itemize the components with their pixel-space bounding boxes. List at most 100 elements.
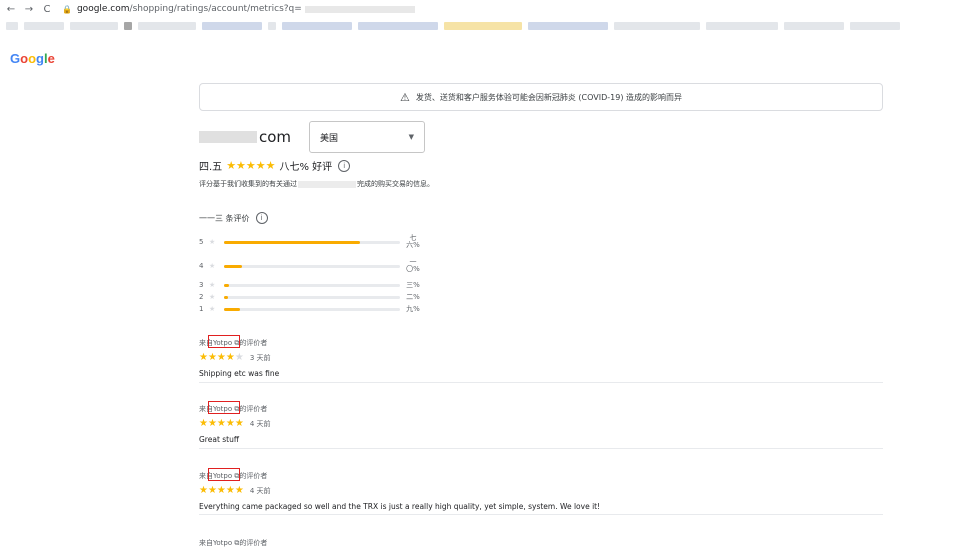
divider: [199, 448, 883, 449]
review-stars-empty: ★: [234, 352, 244, 363]
review-source-text: 来自Yotpo ⧉的评价者: [199, 539, 268, 547]
bookmark[interactable]: [138, 22, 196, 30]
logo-letter: o: [20, 51, 29, 66]
logo-letter: e: [47, 51, 55, 66]
bookmark[interactable]: [528, 22, 608, 30]
distribution-star-number: 5: [199, 238, 204, 246]
distribution-row: 4 ★ 一〇%: [199, 258, 439, 273]
review-text: Everything came packaged so well and the…: [199, 502, 601, 511]
bookmarks-bar: [0, 18, 959, 34]
distribution-bar-fill: [224, 283, 230, 287]
distribution-percent: 九%: [406, 304, 420, 313]
star-icon: ★: [209, 293, 216, 301]
review-time: 4 天前: [249, 419, 271, 428]
store-header: com 美国 ▼: [199, 120, 426, 154]
bookmark[interactable]: [850, 22, 900, 30]
store-domain-suffix: com: [259, 128, 292, 146]
review-source[interactable]: 来自Yotpo ⧉的评价者: [199, 401, 267, 414]
rating-stars: ★★★★★: [226, 159, 276, 172]
url-host: google.com: [76, 4, 130, 14]
basis-prefix: 评分基于我们收集到的有关通过: [199, 180, 297, 188]
review-stars-filled: ★★★★★: [199, 418, 244, 429]
info-icon[interactable]: i: [255, 212, 268, 224]
forward-button[interactable]: →: [22, 4, 36, 15]
bookmark[interactable]: [614, 22, 700, 30]
review-count-line: 一一三 条评价 i: [199, 212, 268, 224]
review-stars: ★★★★★ 4 天前: [199, 418, 883, 429]
bookmark[interactable]: [70, 22, 118, 30]
store-name-blurred: [199, 131, 257, 143]
distribution-bar-fill: [224, 295, 228, 299]
distribution-percent: 一〇%: [406, 258, 420, 273]
distribution-bar: [224, 264, 400, 268]
distribution-star-number: 1: [199, 305, 204, 313]
country-select[interactable]: 美国 ▼: [309, 121, 426, 153]
rating-basis: 评分基于我们收集到的有关通过 完成的购买交易的信息。: [199, 179, 434, 189]
bookmark[interactable]: [282, 22, 352, 30]
logo-letter: o: [28, 51, 37, 66]
review-item: 来自Yotpo ⧉的评价者 ★★★★★ 4 天前 Great stuff: [199, 396, 883, 444]
star-icon: ★: [209, 305, 216, 313]
notice-text: 发货、送货和客户服务体验可能会因新冠肺炎 (COVID-19) 造成的影响而异: [415, 92, 682, 102]
review-source[interactable]: 来自Yotpo ⧉的评价者: [199, 335, 267, 348]
bookmark[interactable]: [24, 22, 64, 30]
bookmark[interactable]: [444, 22, 522, 30]
bookmark[interactable]: [358, 22, 438, 30]
country-select-value: 美国: [320, 133, 339, 144]
bookmark[interactable]: [124, 22, 132, 30]
bookmark[interactable]: [268, 22, 276, 30]
basis-blurred: [298, 180, 356, 188]
distribution-percent: 三%: [406, 280, 420, 289]
review-stars-filled: ★★★★: [199, 352, 235, 363]
bookmark[interactable]: [706, 22, 778, 30]
distribution-bar: [224, 283, 400, 287]
covid-notice: ⚠ 发货、送货和客户服务体验可能会因新冠肺炎 (COVID-19) 造成的影响而…: [199, 83, 883, 111]
distribution-row: 5 ★ 七六%: [199, 234, 439, 249]
back-button[interactable]: ←: [4, 4, 18, 15]
divider: [199, 514, 883, 515]
highlight-box: [208, 335, 240, 348]
review-time: 3 天前: [249, 353, 271, 362]
review-text: Shipping etc was fine: [199, 369, 280, 378]
distribution-star-number: 3: [199, 281, 204, 289]
divider: [199, 382, 883, 383]
highlight-box: [208, 468, 240, 481]
distribution-bar-fill: [224, 307, 240, 311]
bookmark[interactable]: [6, 22, 18, 30]
distribution-bar: [224, 295, 400, 299]
rating-summary: 四.五 ★★★★★ 八七% 好评 i: [199, 158, 351, 173]
google-logo[interactable]: Google: [10, 51, 55, 66]
distribution-row: 1 ★ 九%: [199, 303, 439, 315]
logo-letter: G: [10, 51, 21, 66]
review-text: Great stuff: [199, 435, 240, 444]
info-icon[interactable]: i: [338, 159, 351, 172]
basis-suffix: 完成的购买交易的信息。: [357, 180, 434, 188]
review-time: 4 天前: [249, 486, 271, 495]
bookmark[interactable]: [202, 22, 262, 30]
review-item: 来自Yotpo ⧉的评价者 ★★★★★ 4 天前 Everything came…: [199, 463, 883, 511]
distribution-bar: [224, 240, 400, 244]
distribution-percent: 七六%: [406, 234, 420, 249]
distribution-star-number: 4: [199, 262, 204, 270]
distribution-star-number: 2: [199, 293, 204, 301]
review-stars: ★★★★★ 4 天前: [199, 485, 883, 496]
review-stars: ★★★★ ★ 3 天前: [199, 352, 883, 363]
star-icon: ★: [209, 262, 216, 270]
reload-button[interactable]: C: [40, 4, 54, 15]
browser-toolbar: ← → C 🔒 google.com /shopping/ratings/acc…: [0, 0, 959, 18]
warning-icon: ⚠: [399, 90, 410, 104]
star-icon: ★: [209, 281, 216, 289]
review-source[interactable]: 来自Yotpo ⧉的评价者: [199, 468, 267, 481]
highlight-box: [208, 401, 240, 414]
bookmark[interactable]: [784, 22, 844, 30]
chevron-down-icon: ▼: [408, 133, 415, 141]
distribution-bar-fill: [224, 240, 360, 244]
review-stars-filled: ★★★★★: [199, 485, 244, 496]
positive-percent: 八七% 好评: [279, 162, 333, 173]
distribution-percent: 二%: [406, 292, 420, 301]
rating-score: 四.五: [199, 162, 223, 173]
distribution-bar-fill: [224, 264, 242, 268]
address-bar[interactable]: 🔒 google.com /shopping/ratings/account/m…: [62, 2, 415, 16]
lock-icon: 🔒: [62, 4, 72, 14]
review-count: 一一三 条评价: [199, 213, 250, 223]
